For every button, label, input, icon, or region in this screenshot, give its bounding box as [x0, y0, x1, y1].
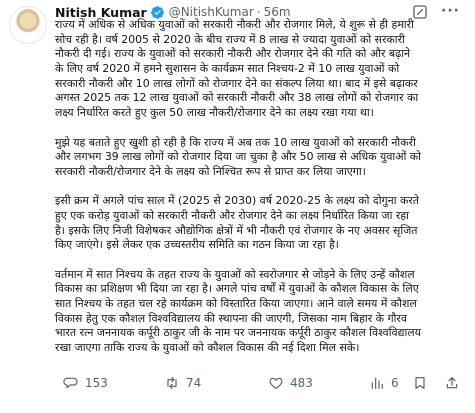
reply-icon [63, 377, 78, 389]
reply-count: 153 [85, 376, 108, 390]
tweet-line: लक्ष्य निर्धारित करते हुए कुल 50 लाख नौक… [55, 106, 374, 120]
views-button[interactable]: 6 [369, 372, 399, 394]
tweet-line: विकास हेतु एक कौशल विश्वविद्यालय की स्था… [55, 311, 407, 325]
tweet-card: Nitish Kumar @NitishKumar · 56m ··· राज्… [0, 0, 475, 413]
like-button[interactable]: 483 [268, 372, 313, 394]
tweet-actions: 153 74 483 6 [55, 372, 465, 394]
tweet-line: भारत रत्न जननायक कर्पूरी ठाकुर जी के नाम… [55, 326, 421, 340]
tweet-text: राज्य में अधिक से अधिक युवाओं को सरकारी … [55, 18, 467, 356]
reply-button[interactable]: 153 [63, 372, 108, 394]
bookmark-button[interactable] [412, 372, 434, 394]
timestamp[interactable]: 56m [264, 5, 291, 19]
tweet-line: सोच रही है। वर्ष 2005 से 2020 के बीच राज… [55, 32, 405, 46]
retweet-count: 74 [186, 376, 202, 390]
tweet-line: किए जाएंगे। इसे लेकर एक उच्चस्तरीय समिति… [55, 238, 339, 252]
tweet-line: के लिए वर्ष 2020 में हमने सुशासन के कार्… [55, 62, 400, 76]
tweet-line: इसी क्रम में अगले पांच साल में (2025 से … [55, 194, 420, 208]
tweet-line: है। इसके लिए निजी विशेषकर औद्योगिक क्षेत… [55, 223, 418, 237]
avatar[interactable] [9, 6, 47, 44]
retweet-icon [167, 377, 177, 389]
tweet-line: सरकारी नौकरी/रोजगार देने के लक्ष्य को नि… [55, 164, 366, 178]
tweet-line: विकास का प्रशिक्षण भी दिया जा रहा है। अग… [55, 282, 419, 296]
separator-dot: · [256, 5, 261, 19]
tweet-line: सात निश्चय के तहत चल रहे कार्यक्रम को वि… [55, 297, 417, 311]
views-count: 6 [391, 376, 399, 390]
tweet-line: और लगभग 39 लाख लोगों को रोजगार दिया जा च… [55, 150, 421, 164]
tweet-line: मुझे यह बताते हुए खुशी हो रही है कि राज्… [55, 135, 416, 149]
tweet-line: सरकारी नौकरी और 10 लाख लोगों को रोजगार द… [55, 76, 418, 90]
retweet-button[interactable]: 74 [164, 372, 201, 394]
tweet-line: अगस्त 2025 तक 12 लाख युवाओं को सरकारी नौ… [55, 91, 419, 105]
share-button[interactable] [444, 372, 466, 394]
heart-icon [269, 377, 283, 389]
views-icon [371, 377, 383, 389]
bookmark-icon [415, 377, 425, 389]
tweet-line: वर्तमान में सात निश्चय के तहत राज्य के य… [55, 267, 415, 281]
tweet-line: रखा जाएगा ताकि राज्य के युवाओं को कौशल व… [55, 341, 360, 355]
tweet-line: नौकरी दी गई। राज्य के युवाओं को सरकारी न… [55, 47, 411, 61]
like-count: 483 [290, 376, 313, 390]
share-icon [446, 377, 458, 389]
more-options-icon[interactable]: ··· [441, 3, 461, 19]
tweet-line: राज्य में अधिक से अधिक युवाओं को सरकारी … [55, 18, 414, 31]
tweet-line: हुए एक करोड़ युवाओं को सरकारी नौकरी और र… [55, 208, 409, 222]
author-handle[interactable]: @NitishKumar [169, 5, 254, 19]
